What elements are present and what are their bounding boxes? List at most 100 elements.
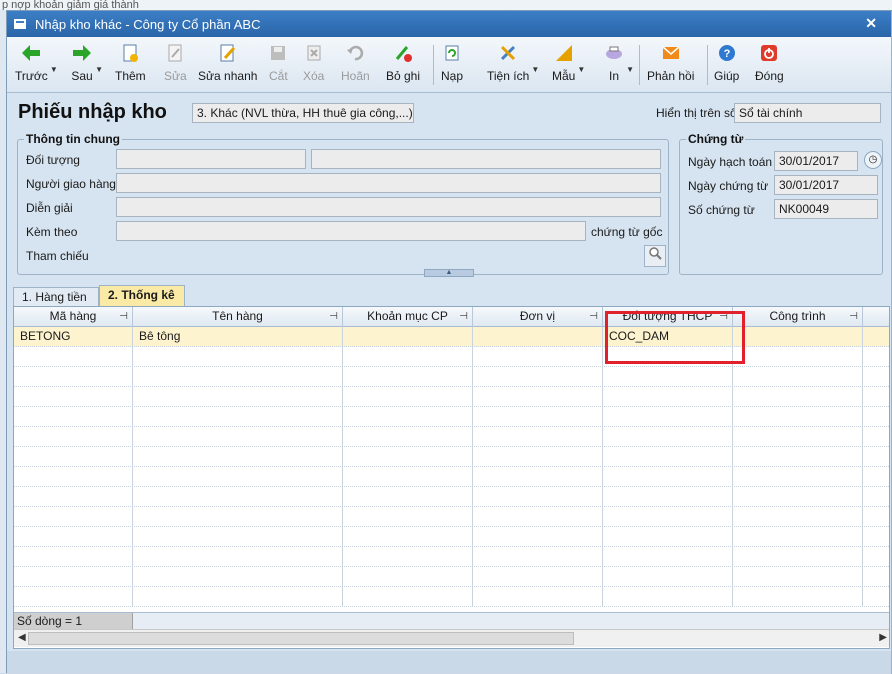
empty-cell[interactable] <box>733 507 863 527</box>
reload-button[interactable]: Nạp <box>441 41 463 89</box>
column-header-project[interactable]: Công trình ⊣ <box>733 307 863 327</box>
empty-row[interactable] <box>14 387 889 407</box>
empty-row[interactable] <box>14 547 889 567</box>
empty-cell[interactable] <box>733 487 863 507</box>
empty-cell[interactable] <box>343 527 473 547</box>
empty-cell[interactable] <box>473 547 603 567</box>
empty-cell[interactable] <box>473 527 603 547</box>
empty-cell[interactable] <box>733 427 863 447</box>
empty-cell[interactable] <box>14 447 133 467</box>
edit-button[interactable]: Sửa <box>164 41 187 89</box>
display-on-book-select[interactable]: Sổ tài chính <box>734 103 881 123</box>
empty-cell[interactable] <box>14 427 133 447</box>
empty-cell[interactable] <box>473 587 603 607</box>
empty-cell[interactable] <box>343 467 473 487</box>
attach-input[interactable] <box>116 221 586 241</box>
empty-row[interactable] <box>14 347 889 367</box>
pin-icon[interactable]: ⊣ <box>119 307 128 326</box>
empty-cell[interactable] <box>603 447 733 467</box>
empty-cell[interactable] <box>603 487 733 507</box>
empty-cell[interactable] <box>603 567 733 587</box>
add-button[interactable]: Thêm <box>115 41 146 89</box>
empty-cell[interactable] <box>603 467 733 487</box>
template-button[interactable]: Mẫu ▼ <box>552 41 585 89</box>
empty-cell[interactable] <box>133 447 343 467</box>
undo-button[interactable]: Hoãn <box>341 41 370 89</box>
empty-row[interactable] <box>14 427 889 447</box>
empty-row[interactable] <box>14 407 889 427</box>
column-header-cost-item[interactable]: Khoản mục CP ⊣ <box>343 307 473 327</box>
voucher-date-input[interactable]: 30/01/2017 <box>774 175 878 195</box>
utilities-button[interactable]: Tiện ích ▼ <box>487 41 539 89</box>
empty-row[interactable] <box>14 567 889 587</box>
cut-button[interactable]: Cắt <box>269 41 288 89</box>
empty-cell[interactable] <box>343 387 473 407</box>
empty-cell[interactable] <box>14 527 133 547</box>
empty-cell[interactable] <box>473 487 603 507</box>
window-close-icon[interactable]: ✕ <box>865 15 877 32</box>
empty-cell[interactable] <box>343 567 473 587</box>
chevron-down-icon[interactable]: ▼ <box>577 65 585 74</box>
close-button[interactable]: Đóng <box>755 41 784 89</box>
empty-cell[interactable] <box>343 347 473 367</box>
empty-cell[interactable] <box>133 467 343 487</box>
tab-statistics[interactable]: 2. Thống kê <box>99 285 185 307</box>
empty-row[interactable] <box>14 507 889 527</box>
chevron-down-icon[interactable]: ▼ <box>531 65 539 74</box>
empty-cell[interactable] <box>14 507 133 527</box>
empty-cell[interactable] <box>473 427 603 447</box>
empty-cell[interactable] <box>14 487 133 507</box>
delete-button[interactable]: Xóa <box>303 41 324 89</box>
empty-cell[interactable] <box>133 407 343 427</box>
empty-cell[interactable] <box>603 507 733 527</box>
empty-cell[interactable] <box>133 427 343 447</box>
cell-cost-item[interactable] <box>343 327 473 347</box>
empty-cell[interactable] <box>603 387 733 407</box>
empty-cell[interactable] <box>343 407 473 427</box>
empty-cell[interactable] <box>473 387 603 407</box>
empty-cell[interactable] <box>603 587 733 607</box>
column-header-unit[interactable]: Đơn vị ⊣ <box>473 307 603 327</box>
scroll-right-icon[interactable]: ▶ <box>879 632 887 643</box>
empty-cell[interactable] <box>343 507 473 527</box>
pin-icon[interactable]: ⊣ <box>849 307 858 326</box>
feedback-button[interactable]: Phản hồi <box>647 41 694 89</box>
empty-cell[interactable] <box>133 587 343 607</box>
empty-cell[interactable] <box>733 387 863 407</box>
empty-cell[interactable] <box>14 367 133 387</box>
next-button[interactable]: Sau ▼ <box>71 41 103 89</box>
chevron-down-icon[interactable]: ▼ <box>626 65 634 74</box>
empty-cell[interactable] <box>733 367 863 387</box>
empty-cell[interactable] <box>343 427 473 447</box>
empty-cell[interactable] <box>473 347 603 367</box>
empty-cell[interactable] <box>473 447 603 467</box>
empty-cell[interactable] <box>133 527 343 547</box>
empty-cell[interactable] <box>733 527 863 547</box>
deliverer-input[interactable] <box>116 173 661 193</box>
cell-item-name[interactable]: Bê tông <box>133 327 343 347</box>
empty-cell[interactable] <box>603 347 733 367</box>
chevron-down-icon[interactable]: ▼ <box>95 65 103 74</box>
empty-cell[interactable] <box>133 507 343 527</box>
empty-cell[interactable] <box>133 367 343 387</box>
object-code-input[interactable] <box>116 149 306 169</box>
empty-row[interactable] <box>14 587 889 607</box>
prev-button[interactable]: Trước ▼ <box>15 41 58 89</box>
empty-cell[interactable] <box>133 547 343 567</box>
column-header-item-name[interactable]: Tên hàng ⊣ <box>133 307 343 327</box>
empty-cell[interactable] <box>133 567 343 587</box>
empty-cell[interactable] <box>14 387 133 407</box>
cell-item-code[interactable]: BETONG <box>14 327 133 347</box>
empty-cell[interactable] <box>603 527 733 547</box>
description-input[interactable] <box>116 197 661 217</box>
scroll-thumb[interactable] <box>28 632 574 645</box>
pin-icon[interactable]: ⊣ <box>719 307 728 326</box>
empty-cell[interactable] <box>603 407 733 427</box>
empty-cell[interactable] <box>343 447 473 467</box>
column-header-item-code[interactable]: Mã hàng ⊣ <box>14 307 133 327</box>
empty-row[interactable] <box>14 527 889 547</box>
empty-cell[interactable] <box>733 447 863 467</box>
empty-cell[interactable] <box>133 387 343 407</box>
empty-cell[interactable] <box>603 547 733 567</box>
empty-cell[interactable] <box>343 367 473 387</box>
